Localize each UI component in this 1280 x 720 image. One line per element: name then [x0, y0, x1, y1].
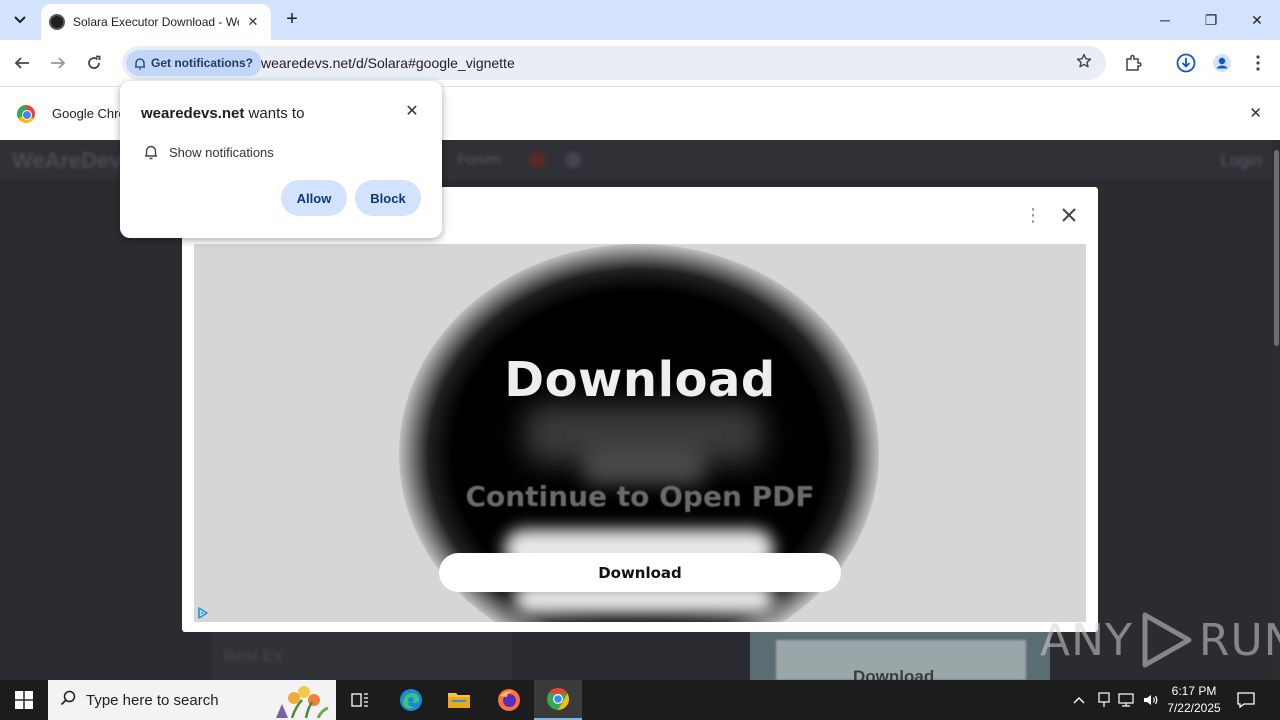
browser-toolbar: Get notifications? wearedevs.net/d/Solar…: [0, 40, 1280, 86]
download-icon[interactable]: [1174, 51, 1198, 75]
task-view-icon[interactable]: [336, 680, 384, 720]
tab-active[interactable]: Solara Executor Download - We ✕: [41, 4, 271, 40]
file-explorer-icon[interactable]: [435, 680, 483, 720]
watermark-right: RUN: [1198, 614, 1280, 666]
infobar-close-icon[interactable]: ✕: [1249, 104, 1262, 122]
scrollbar-thumb[interactable]: [1274, 150, 1279, 346]
clock-time: 6:17 PM: [1171, 684, 1217, 698]
chrome-logo-icon: [17, 105, 35, 123]
prompt-title-suffix: wants to: [244, 105, 305, 122]
block-button[interactable]: Block: [355, 180, 421, 216]
bookmark-star-icon[interactable]: [1076, 53, 1092, 74]
prompt-site: wearedevs.net: [141, 105, 245, 122]
prompt-permission-row: Show notifications: [144, 144, 274, 160]
forward-icon[interactable]: [46, 51, 70, 75]
prompt-close-icon[interactable]: ✕: [404, 104, 420, 120]
notification-permission-prompt: wearedevs.net wants to ✕ Show notificati…: [120, 81, 442, 238]
site-forum-link[interactable]: Forum: [457, 151, 500, 168]
prompt-permission-label: Show notifications: [169, 144, 274, 160]
network-icon[interactable]: [1116, 680, 1136, 720]
page-download-label: Download: [853, 667, 935, 680]
ad-download-button[interactable]: Download: [439, 553, 841, 592]
infobar-text: Google Chro: [52, 106, 126, 121]
adchoices-icon[interactable]: [196, 606, 210, 620]
ad-creative[interactable]: Download Continue to Open PDF Download: [194, 244, 1086, 622]
restore-button[interactable]: ❐: [1188, 0, 1234, 40]
prompt-title: wearedevs.net wants to: [141, 105, 304, 122]
chrome-taskbar-icon[interactable]: [534, 680, 582, 720]
bell-icon: [144, 144, 158, 160]
back-icon[interactable]: [10, 51, 34, 75]
site-badge-icon: [528, 152, 546, 168]
play-triangle-icon: [1142, 612, 1192, 668]
extensions-icon[interactable]: [1121, 51, 1145, 75]
notification-chip[interactable]: Get notifications?: [126, 50, 262, 76]
usb-device-icon[interactable]: [1094, 680, 1114, 720]
site-favicon-icon: [49, 14, 65, 30]
ad-subtext: Continue to Open PDF: [465, 480, 815, 513]
new-tab-button[interactable]: +: [282, 9, 302, 29]
window-close-button[interactable]: ✕: [1234, 0, 1280, 40]
clock-date: 7/22/2025: [1167, 701, 1221, 715]
allow-button[interactable]: Allow: [281, 180, 347, 216]
page-card-text: Best Ex: [224, 646, 283, 665]
tab-title: Solara Executor Download - We: [73, 15, 239, 29]
anyrun-watermark: ANY RUN: [1040, 610, 1280, 670]
ad-close-icon[interactable]: [1057, 203, 1081, 227]
ad-headline: Download: [504, 352, 776, 408]
taskbar-clock[interactable]: 6:17 PM 7/22/2025: [1163, 683, 1225, 717]
tab-strip: Solara Executor Download - We ✕ + ─ ❐ ✕: [0, 0, 1280, 40]
taskbar-search-placeholder: Type here to search: [86, 691, 219, 709]
notification-chip-label: Get notifications?: [151, 56, 253, 70]
windows-taskbar: Type here to search 6:17 PM 7/22/2025: [0, 680, 1280, 720]
profile-avatar-icon[interactable]: [1210, 51, 1234, 75]
ad-vignette: ⋮ Download Continue to Open PDF Download: [182, 187, 1098, 632]
taskbar-search-box[interactable]: Type here to search: [48, 680, 336, 720]
firefox-icon[interactable]: [485, 680, 533, 720]
site-login-link[interactable]: Login: [1220, 151, 1262, 171]
action-center-icon[interactable]: [1236, 690, 1256, 710]
minimize-button[interactable]: ─: [1142, 0, 1188, 40]
url-text[interactable]: wearedevs.net/d/Solara#google_vignette: [261, 55, 515, 71]
search-highlight-flowers-icon: [276, 686, 329, 718]
ad-blurred-shape: [584, 444, 704, 484]
site-logo[interactable]: WeAreDevs: [12, 148, 134, 174]
address-bar[interactable]: Get notifications? wearedevs.net/d/Solar…: [122, 46, 1106, 80]
ad-more-options-icon[interactable]: ⋮: [1024, 205, 1042, 225]
volume-icon[interactable]: [1140, 680, 1162, 720]
watermark-left: ANY: [1040, 614, 1133, 666]
tray-overflow-chevron-icon[interactable]: [1069, 680, 1089, 720]
tab-search-chevron-icon[interactable]: [7, 7, 33, 33]
bell-icon: [134, 57, 146, 70]
tab-close-icon[interactable]: ✕: [245, 14, 261, 30]
windows-start-icon[interactable]: [0, 680, 48, 720]
search-icon: [60, 690, 76, 711]
site-user-icon: [565, 152, 581, 168]
edge-browser-icon[interactable]: [387, 680, 435, 720]
reload-icon[interactable]: [82, 51, 106, 75]
menu-kebab-icon[interactable]: [1246, 51, 1270, 75]
